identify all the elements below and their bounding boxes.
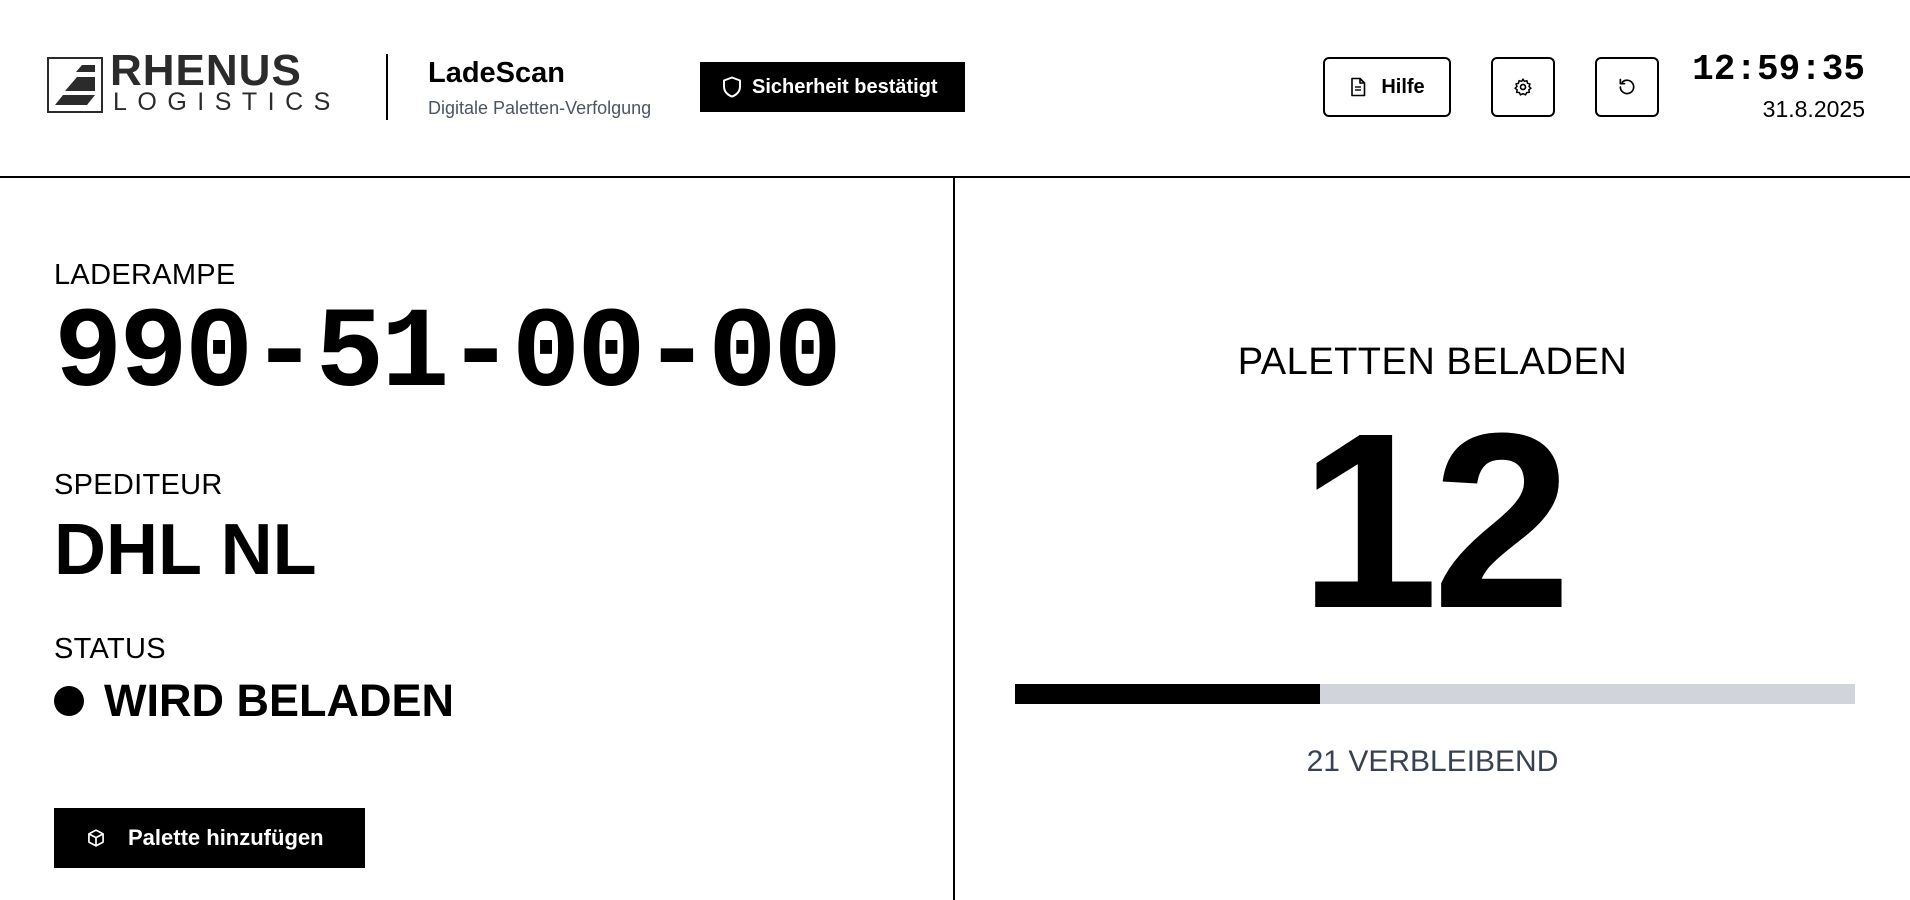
logo-wordmark-top: RHENUS <box>110 46 302 95</box>
header-separator <box>386 54 388 120</box>
safety-confirmed-badge: Sicherheit bestätigt <box>700 62 965 112</box>
box-icon <box>88 829 104 847</box>
shield-icon <box>723 76 741 98</box>
status-dot-icon <box>54 686 84 716</box>
status-value: WIRD BELADEN <box>104 675 454 726</box>
rotate-ccw-icon <box>1619 78 1635 95</box>
loading-progress-fill <box>1015 684 1321 704</box>
logo-wordmark-bottom: LOGISTICS <box>113 88 341 116</box>
add-pallet-button[interactable]: Palette hinzufügen <box>54 808 365 868</box>
gear-icon <box>1514 78 1532 96</box>
carrier-value: DHL NL <box>54 510 317 590</box>
settings-button[interactable] <box>1491 57 1555 117</box>
app-title: LadeScan <box>428 57 565 89</box>
header: RHENUS LOGISTICS LadeScan Digitale Palet… <box>0 0 1910 178</box>
app-subtitle: Digitale Paletten-Verfolgung <box>428 98 652 118</box>
pallets-loaded-label: PALETTEN BELADEN <box>1237 341 1628 383</box>
pallets-remaining: 21 VERBLEIBEND <box>1306 745 1559 778</box>
ramp-label: LADERAMPE <box>54 259 236 291</box>
logo-mark <box>47 57 103 113</box>
status-label: STATUS <box>54 633 166 665</box>
clock-time: 12:59:35 <box>1692 49 1865 90</box>
pallet-counter-panel: PALETTEN BELADEN 12 21 VERBLEIBEND <box>955 178 1910 900</box>
carrier-label: SPEDITEUR <box>54 469 223 501</box>
reset-button[interactable] <box>1595 57 1659 117</box>
rhenus-logo: RHENUS LOGISTICS <box>47 49 344 116</box>
ramp-value: 990-51-00-00 <box>54 291 842 420</box>
clock-date: 31.8.2025 <box>1762 96 1865 122</box>
help-button[interactable]: Hilfe <box>1323 57 1451 117</box>
clock: 12:59:35 31.8.2025 <box>1692 50 1865 124</box>
help-button-label: Hilfe <box>1381 75 1425 98</box>
pallets-loaded-count: 12 <box>1299 381 1571 660</box>
loading-progress-bar <box>1015 684 1855 704</box>
status-row: WIRD BELADEN <box>54 676 454 726</box>
safety-badge-label: Sicherheit bestätigt <box>752 75 938 98</box>
add-pallet-button-label: Palette hinzufügen <box>128 825 324 850</box>
document-icon <box>1351 77 1366 97</box>
